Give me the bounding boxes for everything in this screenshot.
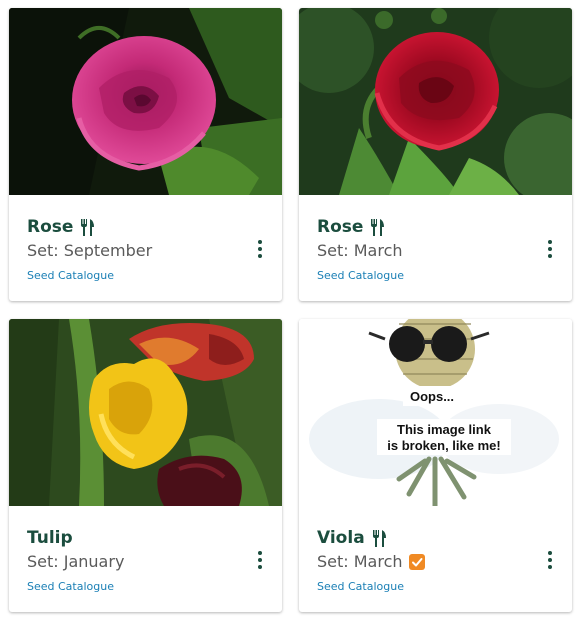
plant-name-text: Rose bbox=[317, 217, 364, 237]
more-vert-icon[interactable] bbox=[252, 547, 268, 573]
seed-catalogue-link[interactable]: Seed Catalogue bbox=[27, 580, 114, 593]
plant-set-date: Set: January bbox=[27, 552, 124, 571]
set-date-text: Set: September bbox=[27, 241, 153, 260]
plant-photo bbox=[9, 319, 282, 506]
set-date-text: Set: March bbox=[317, 241, 403, 260]
plant-card[interactable]: Rose Set: March Seed Catalogue bbox=[299, 8, 572, 301]
plant-photo bbox=[299, 8, 572, 195]
plant-card[interactable]: Tulip Set: January Seed Catalogue bbox=[9, 319, 282, 612]
set-date-text: Set: March bbox=[317, 552, 403, 571]
more-vert-icon[interactable] bbox=[252, 236, 268, 262]
plant-photo bbox=[9, 8, 282, 195]
plant-set-date: Set: September bbox=[27, 241, 152, 260]
broken-image-line3: is broken, like me! bbox=[387, 438, 500, 453]
seed-catalogue-link[interactable]: Seed Catalogue bbox=[317, 580, 404, 593]
seed-catalogue-link[interactable]: Seed Catalogue bbox=[317, 269, 404, 282]
fork-knife-icon bbox=[79, 218, 95, 236]
plant-name: Rose bbox=[27, 217, 95, 237]
broken-image-line1: Oops... bbox=[410, 389, 454, 404]
fork-knife-icon bbox=[371, 529, 387, 547]
plant-card[interactable]: Oops... This image link is broken, like … bbox=[299, 319, 572, 612]
plant-set-date: Set: March bbox=[317, 552, 425, 571]
plant-name: Viola bbox=[317, 528, 387, 548]
plant-name-text: Viola bbox=[317, 528, 365, 548]
checkbox-checked-icon[interactable] bbox=[408, 553, 425, 570]
more-vert-icon[interactable] bbox=[542, 547, 558, 573]
fork-knife-icon bbox=[369, 218, 385, 236]
broken-image-line2: This image link bbox=[397, 422, 492, 437]
plant-name-text: Rose bbox=[27, 217, 74, 237]
more-vert-icon[interactable] bbox=[542, 236, 558, 262]
plant-card-grid: Rose Set: September Seed Catalogue Rose … bbox=[0, 0, 588, 624]
plant-name: Rose bbox=[317, 217, 385, 237]
plant-set-date: Set: March bbox=[317, 241, 403, 260]
plant-name-text: Tulip bbox=[27, 528, 73, 548]
plant-name: Tulip bbox=[27, 528, 73, 548]
seed-catalogue-link[interactable]: Seed Catalogue bbox=[27, 269, 114, 282]
set-date-text: Set: January bbox=[27, 552, 125, 571]
plant-card[interactable]: Rose Set: September Seed Catalogue bbox=[9, 8, 282, 301]
broken-image-placeholder: Oops... This image link is broken, like … bbox=[299, 319, 572, 506]
